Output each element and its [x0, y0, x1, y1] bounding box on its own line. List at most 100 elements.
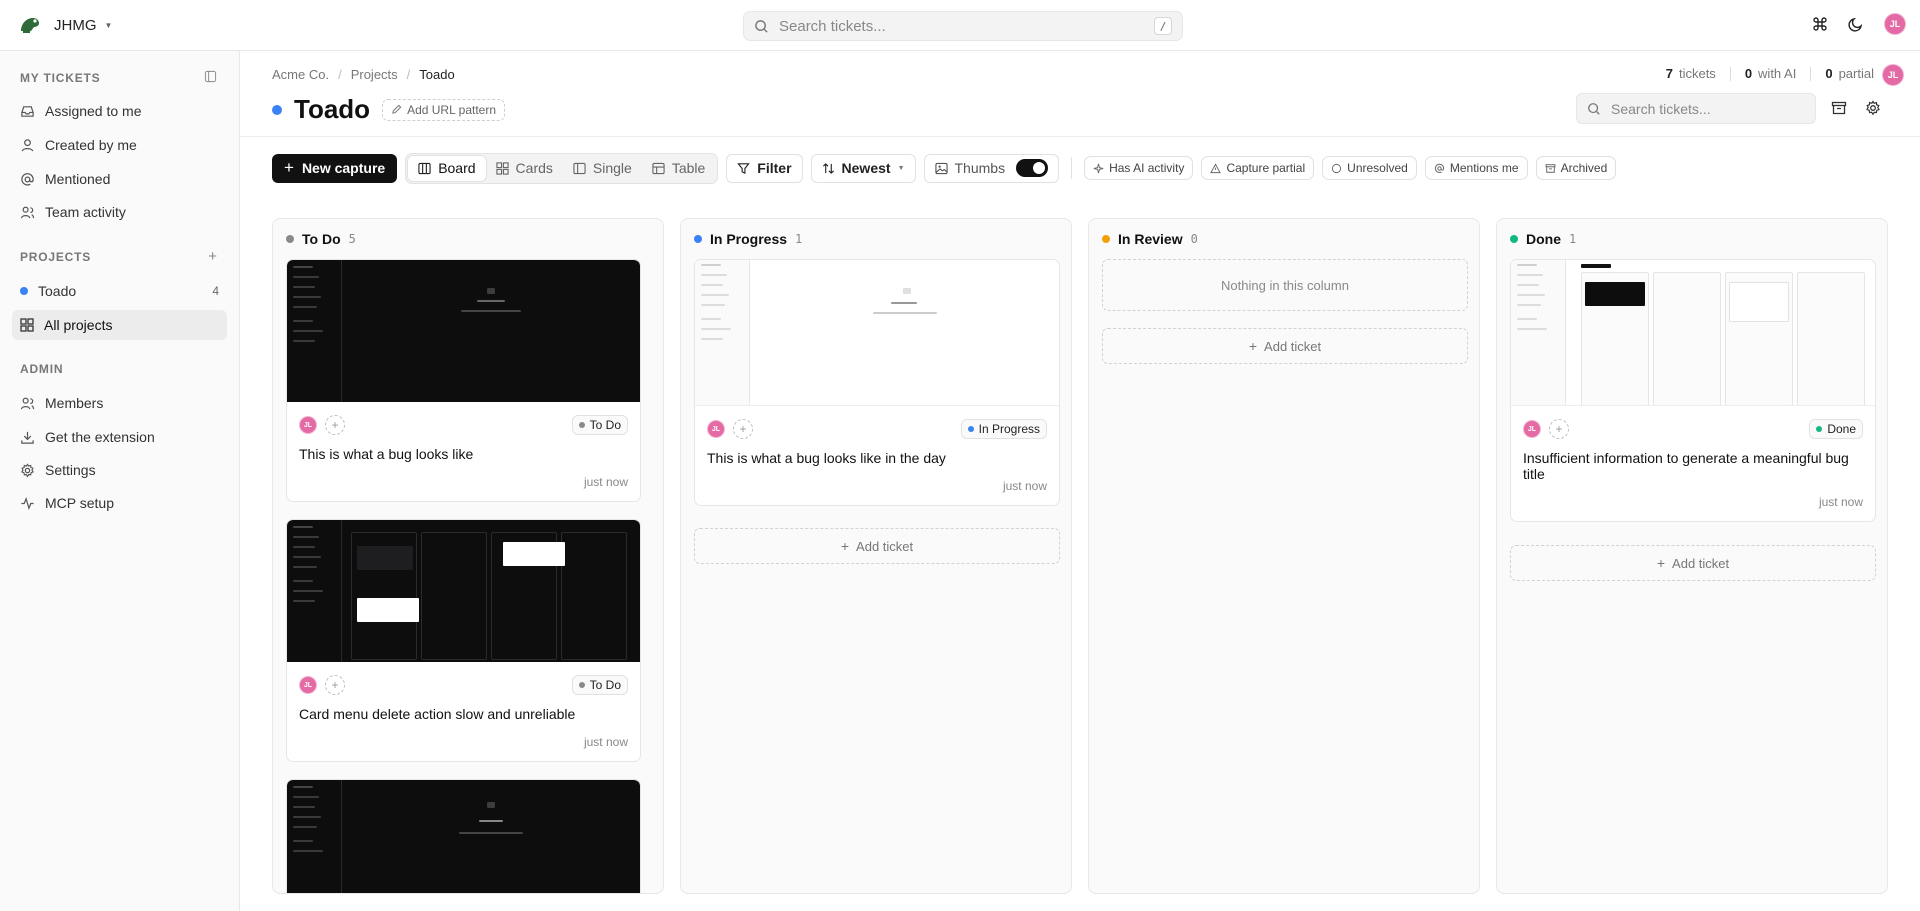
- add-assignee-button[interactable]: +: [325, 675, 345, 695]
- sidebar-item-settings[interactable]: Settings: [12, 455, 227, 485]
- board-column-todo: To Do 5 JL + To Do This is what a bug lo…: [272, 218, 664, 894]
- user-avatar[interactable]: JL: [1884, 13, 1906, 35]
- view-cards-tab[interactable]: Cards: [486, 156, 563, 181]
- thumbs-switch[interactable]: [1016, 159, 1049, 177]
- assignee-avatar[interactable]: JL: [299, 416, 317, 434]
- ticket-card[interactable]: [286, 779, 641, 893]
- ticket-card[interactable]: JL + Done Insufficient information to ge…: [1510, 259, 1876, 522]
- view-single-tab[interactable]: Single: [563, 156, 642, 181]
- add-ticket-button[interactable]: + Add ticket: [1510, 545, 1876, 581]
- ticket-card[interactable]: JL + To Do Card menu delete action slow …: [286, 519, 641, 762]
- collapse-sidebar-icon[interactable]: [204, 70, 217, 83]
- thumbnail-card: [357, 546, 413, 570]
- column-header: Done 1: [1510, 231, 1576, 247]
- sidebar-item-label: All projects: [44, 317, 113, 333]
- view-board-tab[interactable]: Board: [408, 155, 486, 181]
- project-member-avatar[interactable]: JL: [1882, 64, 1904, 86]
- status-badge[interactable]: In Progress: [960, 419, 1047, 439]
- ticket-thumbnail: [1511, 260, 1875, 406]
- search-placeholder: Search tickets...: [1611, 100, 1711, 117]
- assignee-avatar[interactable]: JL: [1523, 420, 1541, 438]
- chevron-down-icon: ▼: [104, 20, 113, 30]
- sidebar-item-assigned[interactable]: Assigned to me: [12, 96, 227, 126]
- status-badge[interactable]: Done: [1809, 419, 1863, 439]
- breadcrumb-item[interactable]: Acme Co.: [272, 67, 329, 82]
- add-ticket-button[interactable]: + Add ticket: [1102, 328, 1468, 364]
- filter-button[interactable]: Filter: [726, 153, 803, 183]
- status-label: To Do: [589, 418, 621, 432]
- filter-chip-capture-partial[interactable]: Capture partial: [1201, 156, 1315, 180]
- ticket-card[interactable]: JL + To Do This is what a bug looks like…: [286, 259, 641, 502]
- thumbs-label: Thumbs: [954, 160, 1006, 176]
- add-assignee-button[interactable]: +: [1549, 419, 1569, 439]
- column-count: 5: [348, 232, 356, 246]
- search-shortcut: /: [1154, 17, 1172, 35]
- thumbnail-sidebar: [287, 260, 342, 402]
- divider: [1810, 66, 1812, 81]
- ticket-thumbnail: [695, 260, 1059, 406]
- workspace-switcher[interactable]: JHMG ▼: [18, 13, 112, 37]
- sort-dropdown[interactable]: Newest ▼: [810, 153, 916, 183]
- project-color-dot: [272, 104, 282, 115]
- add-assignee-button[interactable]: +: [733, 419, 753, 439]
- sidebar-item-all-projects[interactable]: All projects: [12, 310, 227, 340]
- filter-chip-has-ai[interactable]: Has AI activity: [1084, 156, 1194, 180]
- chip-label: Has AI activity: [1109, 161, 1185, 175]
- breadcrumb-separator: /: [338, 67, 342, 82]
- sort-label: Newest: [841, 160, 891, 176]
- status-badge[interactable]: To Do: [571, 415, 628, 435]
- ticket-timestamp: just now: [583, 735, 628, 749]
- at-icon: [20, 172, 35, 187]
- archive-icon: [1545, 163, 1556, 174]
- ticket-search-input[interactable]: Search tickets...: [1576, 93, 1816, 124]
- breadcrumb-separator: /: [406, 67, 411, 82]
- new-capture-button[interactable]: + New capture: [272, 153, 398, 183]
- thumbnail-column: [561, 532, 627, 660]
- stat-partial: 0 partial: [1825, 66, 1874, 81]
- add-ticket-button[interactable]: + Add ticket: [694, 528, 1060, 564]
- view-table-tab[interactable]: Table: [642, 156, 715, 181]
- column-title: Done: [1526, 231, 1561, 247]
- plus-icon: +: [1656, 555, 1666, 571]
- sidebar-item-mcp-setup[interactable]: MCP setup: [12, 488, 227, 518]
- command-icon[interactable]: [1812, 16, 1828, 32]
- filter-chip-archived[interactable]: Archived: [1535, 156, 1617, 180]
- filter-chip-unresolved[interactable]: Unresolved: [1322, 156, 1417, 180]
- settings-gear-icon[interactable]: [1865, 100, 1881, 116]
- assignee-avatar[interactable]: JL: [707, 420, 725, 438]
- at-icon: [1434, 163, 1445, 174]
- thumbnail-sidebar: [1511, 260, 1566, 405]
- thumbnail-card: [1585, 282, 1645, 306]
- global-search-input[interactable]: Search tickets... /: [743, 11, 1183, 41]
- status-dot: [578, 422, 585, 428]
- sidebar-item-created[interactable]: Created by me: [12, 130, 227, 160]
- filter-chip-mentions-me[interactable]: Mentions me: [1424, 156, 1528, 180]
- divider: [240, 136, 1920, 137]
- add-project-icon[interactable]: +: [208, 248, 217, 265]
- sort-arrows-icon: [822, 162, 835, 175]
- thumbs-toggle[interactable]: Thumbs: [923, 153, 1060, 183]
- sidebar-item-team-activity[interactable]: Team activity: [12, 197, 227, 227]
- add-url-pattern-button[interactable]: Add URL pattern: [382, 98, 506, 121]
- sidebar-item-label: Members: [45, 395, 104, 411]
- sidebar-item-get-extension[interactable]: Get the extension: [12, 422, 227, 452]
- status-badge[interactable]: To Do: [571, 675, 628, 695]
- add-assignee-button[interactable]: +: [325, 415, 345, 435]
- ticket-stats: 7 tickets 0 with AI 0 partial: [1666, 66, 1874, 81]
- columns-icon: [418, 162, 431, 175]
- sidebar-item-project-toado[interactable]: Toado 4: [12, 276, 227, 306]
- column-status-dot: [1102, 235, 1110, 243]
- breadcrumb-item[interactable]: Projects: [351, 67, 398, 82]
- archive-icon[interactable]: [1831, 100, 1847, 116]
- ticket-title: Insufficient information to generate a m…: [1523, 450, 1849, 482]
- table-icon: [652, 162, 665, 175]
- chip-label: Unresolved: [1347, 161, 1408, 175]
- ticket-card[interactable]: JL + In Progress This is what a bug look…: [694, 259, 1060, 506]
- sidebar-item-members[interactable]: Members: [12, 388, 227, 418]
- status-dot: [578, 682, 585, 688]
- sidebar-item-mentioned[interactable]: Mentioned: [12, 164, 227, 194]
- view-switcher: Board Cards Single Table: [405, 152, 719, 184]
- dark-mode-moon-icon[interactable]: [1848, 16, 1864, 32]
- assignee-avatar[interactable]: JL: [299, 676, 317, 694]
- view-label: Board: [438, 160, 476, 176]
